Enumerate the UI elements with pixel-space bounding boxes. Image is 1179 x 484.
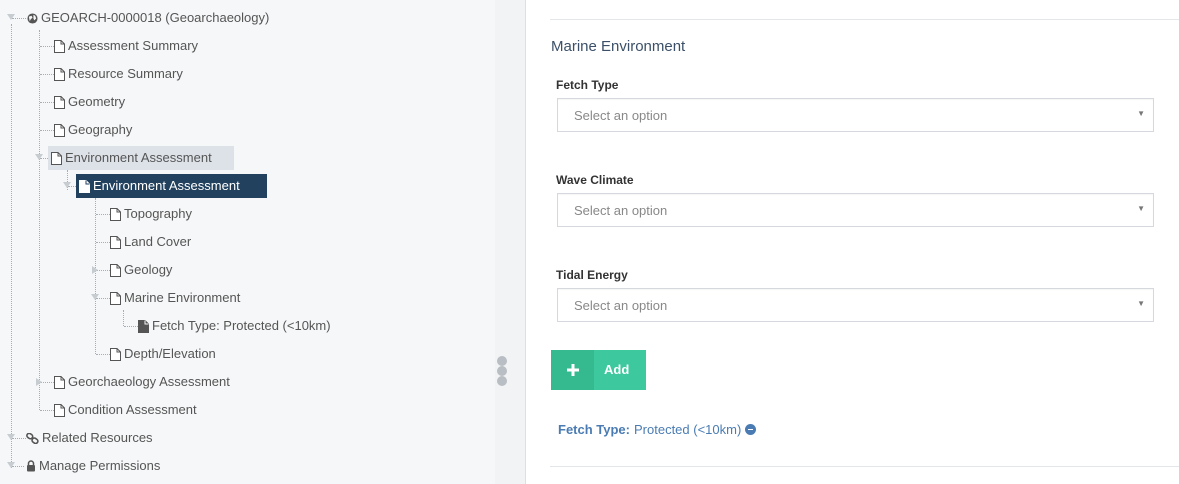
plus-icon [551, 350, 594, 390]
tree-node-resource-summary[interactable]: Resource Summary [51, 62, 186, 86]
file-filled-icon [138, 319, 149, 333]
tree-node-condition-assessment[interactable]: Condition Assessment [51, 398, 200, 422]
tree-node-label: Resource Summary [68, 66, 183, 81]
tree-node-environment-assessment[interactable]: Environment Assessment [48, 146, 234, 170]
tree-node-label: Manage Permissions [39, 458, 161, 473]
tree-node-label: Land Cover [124, 234, 192, 249]
select-placeholder: Select an option [574, 203, 668, 218]
tree-node-marine-environment[interactable]: Marine Environment [107, 286, 243, 310]
file-icon [54, 403, 65, 417]
tree-node-environment-assessment-selected[interactable]: Environment Assessment [76, 174, 267, 198]
tree-node-geometry[interactable]: Geometry [51, 90, 128, 114]
file-icon [54, 67, 65, 81]
collapse-toggle-icon[interactable] [91, 294, 99, 300]
file-icon [54, 375, 65, 389]
drag-handle-dot-icon [497, 356, 507, 366]
collapse-toggle-icon[interactable] [7, 434, 15, 440]
tree-node-geography[interactable]: Geography [51, 118, 135, 142]
tree-node-geology[interactable]: Geology [107, 258, 175, 282]
globe-icon [27, 12, 38, 24]
divider [550, 19, 1179, 20]
wave-climate-select[interactable]: Select an option ▼ [557, 193, 1154, 227]
drag-handle-dot-icon [497, 366, 507, 376]
tree-node-label: Fetch Type: Protected (<10km) [152, 318, 331, 333]
drag-handle-dot-icon [497, 376, 507, 386]
collapse-toggle-icon[interactable] [7, 14, 15, 20]
tree-node-related-resources[interactable]: Related Resources [23, 426, 156, 450]
dropdown-arrow-icon: ▼ [1137, 109, 1145, 118]
tree-node-label: GEOARCH-0000018 (Geoarchaeology) [41, 10, 270, 25]
resource-tree-panel: GEOARCH-0000018 (Geoarchaeology) Assessm… [0, 0, 496, 484]
tree-connector [11, 24, 12, 468]
expand-toggle-icon[interactable] [36, 378, 42, 386]
tree-root-node[interactable]: GEOARCH-0000018 (Geoarchaeology) [24, 6, 272, 30]
collapse-toggle-icon[interactable] [35, 154, 43, 160]
remove-circle-icon[interactable] [745, 424, 757, 435]
tree-node-topography[interactable]: Topography [107, 202, 195, 226]
tree-node-label: Condition Assessment [68, 402, 197, 417]
select-placeholder: Select an option [574, 298, 668, 313]
tree-node-land-cover[interactable]: Land Cover [107, 230, 194, 254]
file-icon [54, 39, 65, 53]
divider [550, 466, 1179, 467]
expand-toggle-icon[interactable] [92, 266, 98, 274]
tree-connector [95, 198, 96, 354]
add-button-label: Add [604, 362, 630, 377]
tree-node-label: Topography [124, 206, 192, 221]
file-icon [110, 263, 121, 277]
collapse-toggle-icon[interactable] [7, 462, 15, 468]
tree-node-depth-elevation[interactable]: Depth/Elevation [107, 342, 219, 366]
tree-node-label: Environment Assessment [65, 150, 212, 165]
file-icon [110, 291, 121, 305]
entry-key: Fetch Type: [558, 422, 630, 437]
tree-node-assessment-summary[interactable]: Assessment Summary [51, 34, 201, 58]
file-icon [110, 235, 121, 249]
tidal-energy-label: Tidal Energy [556, 268, 628, 282]
tree-node-label: Geometry [68, 94, 126, 109]
entry-value[interactable]: Protected (<10km) [634, 422, 741, 437]
tree-node-fetch-type[interactable]: Fetch Type: Protected (<10km) [135, 314, 334, 338]
tree-node-label: Marine Environment [124, 290, 241, 305]
wave-climate-label: Wave Climate [556, 173, 634, 187]
tree-node-label: Environment Assessment [93, 178, 240, 193]
lock-icon [26, 460, 36, 472]
select-placeholder: Select an option [574, 108, 668, 123]
card-form-panel: Marine Environment Fetch Type Select an … [526, 0, 1179, 484]
tree-connector [123, 310, 124, 326]
file-icon [110, 207, 121, 221]
file-icon [54, 95, 65, 109]
tree-connector [39, 30, 40, 410]
section-title: Marine Environment [551, 38, 686, 55]
link-icon [26, 432, 39, 444]
file-icon [79, 179, 90, 193]
tree-node-label: Geology [124, 262, 173, 277]
add-button[interactable]: Add [551, 350, 646, 390]
fetch-type-label: Fetch Type [556, 78, 619, 92]
panel-splitter[interactable] [495, 0, 526, 484]
tree-node-label: Assessment Summary [68, 38, 199, 53]
tree-node-label: Depth/Elevation [124, 346, 216, 361]
saved-entry: Fetch Type: Protected (<10km) [558, 422, 757, 437]
tree-node-label: Georchaeology Assessment [68, 374, 230, 389]
file-icon [54, 123, 65, 137]
tree-node-label: Related Resources [42, 430, 153, 445]
collapse-toggle-icon[interactable] [63, 182, 71, 188]
tree-node-georchaeology-assessment[interactable]: Georchaeology Assessment [51, 370, 233, 394]
dropdown-arrow-icon: ▼ [1137, 204, 1145, 213]
tidal-energy-select[interactable]: Select an option ▼ [557, 288, 1154, 322]
tree-node-label: Geography [68, 122, 133, 137]
tree-node-manage-permissions[interactable]: Manage Permissions [23, 454, 163, 478]
dropdown-arrow-icon: ▼ [1137, 299, 1145, 308]
fetch-type-select[interactable]: Select an option ▼ [557, 98, 1154, 132]
file-icon [51, 151, 62, 165]
file-icon [110, 347, 121, 361]
